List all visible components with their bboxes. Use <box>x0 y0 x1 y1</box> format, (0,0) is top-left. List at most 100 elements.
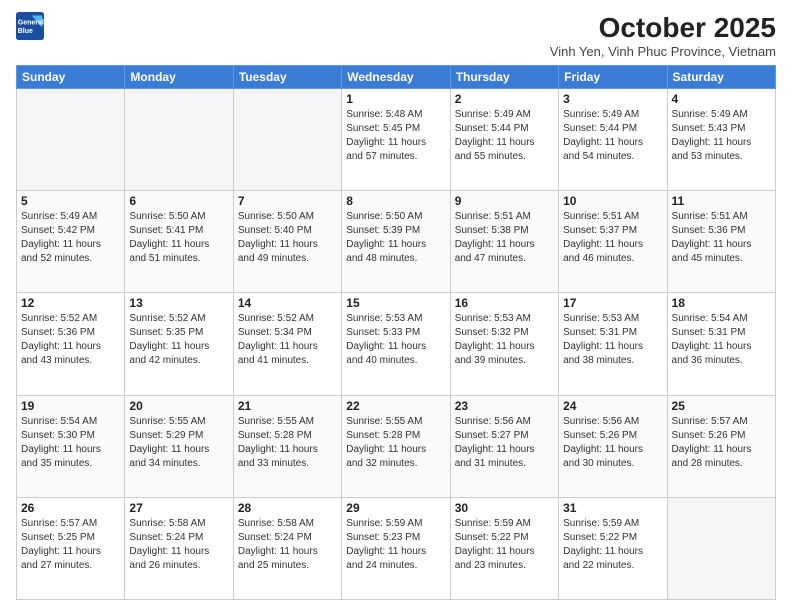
day-number: 24 <box>563 399 662 413</box>
calendar-week-2: 5Sunrise: 5:49 AM Sunset: 5:42 PM Daylig… <box>17 191 776 293</box>
day-info: Sunrise: 5:49 AM Sunset: 5:44 PM Dayligh… <box>455 108 554 164</box>
calendar-cell: 3 Sunrise: 5:49 AM Sunset: 5:44 PM Daylig… <box>559 89 667 191</box>
calendar-cell <box>667 497 775 599</box>
day-number: 11 <box>672 194 771 208</box>
day-number: 4 <box>672 92 771 106</box>
weekday-header-thursday: Thursday <box>450 66 558 89</box>
calendar-cell: 22 Sunrise: 5:55 AM Sunset: 5:28 PM Dayli… <box>342 395 450 497</box>
calendar-cell: 24Sunrise: 5:56 AM Sunset: 5:26 PM Dayli… <box>559 395 667 497</box>
day-info: Sunrise: 5:53 AM Sunset: 5:31 PM Dayligh… <box>563 312 662 368</box>
day-number: 31 <box>563 501 662 515</box>
day-number: 29 <box>346 501 445 515</box>
calendar-cell: 1 Sunrise: 5:48 AM Sunset: 5:45 PM Daylig… <box>342 89 450 191</box>
day-info: Sunrise: 5:50 AM Sunset: 5:39 PM Dayligh… <box>346 210 445 266</box>
calendar: SundayMondayTuesdayWednesdayThursdayFrid… <box>16 65 776 600</box>
day-number: 27 <box>129 501 228 515</box>
day-info: Sunrise: 5:51 AM Sunset: 5:37 PM Dayligh… <box>563 210 662 266</box>
day-number: 22 <box>346 399 445 413</box>
day-number: 19 <box>21 399 120 413</box>
weekday-header-tuesday: Tuesday <box>233 66 341 89</box>
calendar-week-3: 12Sunrise: 5:52 AM Sunset: 5:36 PM Dayli… <box>17 293 776 395</box>
day-number: 15 <box>346 296 445 310</box>
day-info: Sunrise: 5:56 AM Sunset: 5:27 PM Dayligh… <box>455 415 554 471</box>
day-number: 7 <box>238 194 337 208</box>
calendar-cell: 31 Sunrise: 5:59 AM Sunset: 5:22 PM Dayli… <box>559 497 667 599</box>
day-info: Sunrise: 5:49 AM Sunset: 5:44 PM Dayligh… <box>563 108 662 164</box>
day-info: Sunrise: 5:59 AM Sunset: 5:22 PM Dayligh… <box>455 517 554 573</box>
calendar-cell: 10 Sunrise: 5:51 AM Sunset: 5:37 PM Dayli… <box>559 191 667 293</box>
day-number: 28 <box>238 501 337 515</box>
day-info: Sunrise: 5:50 AM Sunset: 5:41 PM Dayligh… <box>129 210 228 266</box>
calendar-cell: 12Sunrise: 5:52 AM Sunset: 5:36 PM Dayli… <box>17 293 125 395</box>
calendar-cell: 18 Sunrise: 5:54 AM Sunset: 5:31 PM Dayli… <box>667 293 775 395</box>
day-info: Sunrise: 5:57 AM Sunset: 5:25 PM Dayligh… <box>21 517 120 573</box>
day-info: Sunrise: 5:51 AM Sunset: 5:38 PM Dayligh… <box>455 210 554 266</box>
day-number: 9 <box>455 194 554 208</box>
day-number: 13 <box>129 296 228 310</box>
calendar-cell: 13Sunrise: 5:52 AM Sunset: 5:35 PM Dayli… <box>125 293 233 395</box>
month-title: October 2025 <box>550 12 776 44</box>
day-number: 30 <box>455 501 554 515</box>
day-info: Sunrise: 5:55 AM Sunset: 5:29 PM Dayligh… <box>129 415 228 471</box>
day-number: 2 <box>455 92 554 106</box>
calendar-cell: 29 Sunrise: 5:59 AM Sunset: 5:23 PM Dayli… <box>342 497 450 599</box>
day-info: Sunrise: 5:53 AM Sunset: 5:33 PM Dayligh… <box>346 312 445 368</box>
calendar-cell: 14 Sunrise: 5:52 AM Sunset: 5:34 PM Dayli… <box>233 293 341 395</box>
calendar-cell: 20Sunrise: 5:55 AM Sunset: 5:29 PM Dayli… <box>125 395 233 497</box>
day-info: Sunrise: 5:52 AM Sunset: 5:34 PM Dayligh… <box>238 312 337 368</box>
calendar-week-1: 1 Sunrise: 5:48 AM Sunset: 5:45 PM Daylig… <box>17 89 776 191</box>
header: General Blue October 2025 Vinh Yen, Vinh… <box>16 12 776 59</box>
calendar-cell <box>17 89 125 191</box>
calendar-cell: 25Sunrise: 5:57 AM Sunset: 5:26 PM Dayli… <box>667 395 775 497</box>
day-number: 18 <box>672 296 771 310</box>
calendar-cell: 15 Sunrise: 5:53 AM Sunset: 5:33 PM Dayli… <box>342 293 450 395</box>
day-number: 1 <box>346 92 445 106</box>
calendar-cell: 28 Sunrise: 5:58 AM Sunset: 5:24 PM Dayli… <box>233 497 341 599</box>
logo: General Blue <box>16 12 44 40</box>
calendar-cell: 21 Sunrise: 5:55 AM Sunset: 5:28 PM Dayli… <box>233 395 341 497</box>
weekday-header-monday: Monday <box>125 66 233 89</box>
calendar-week-4: 19 Sunrise: 5:54 AM Sunset: 5:30 PM Dayli… <box>17 395 776 497</box>
calendar-week-5: 26 Sunrise: 5:57 AM Sunset: 5:25 PM Dayli… <box>17 497 776 599</box>
day-info: Sunrise: 5:51 AM Sunset: 5:36 PM Dayligh… <box>672 210 771 266</box>
day-number: 5 <box>21 194 120 208</box>
day-info: Sunrise: 5:54 AM Sunset: 5:30 PM Dayligh… <box>21 415 120 471</box>
day-info: Sunrise: 5:58 AM Sunset: 5:24 PM Dayligh… <box>238 517 337 573</box>
calendar-cell: 7 Sunrise: 5:50 AM Sunset: 5:40 PM Daylig… <box>233 191 341 293</box>
calendar-cell <box>125 89 233 191</box>
subtitle: Vinh Yen, Vinh Phuc Province, Vietnam <box>550 44 776 59</box>
weekday-header-row: SundayMondayTuesdayWednesdayThursdayFrid… <box>17 66 776 89</box>
day-number: 21 <box>238 399 337 413</box>
day-number: 14 <box>238 296 337 310</box>
svg-text:General: General <box>18 19 44 26</box>
calendar-cell: 4 Sunrise: 5:49 AM Sunset: 5:43 PM Daylig… <box>667 89 775 191</box>
day-info: Sunrise: 5:59 AM Sunset: 5:22 PM Dayligh… <box>563 517 662 573</box>
day-number: 8 <box>346 194 445 208</box>
calendar-cell: 2 Sunrise: 5:49 AM Sunset: 5:44 PM Daylig… <box>450 89 558 191</box>
day-info: Sunrise: 5:55 AM Sunset: 5:28 PM Dayligh… <box>238 415 337 471</box>
day-info: Sunrise: 5:59 AM Sunset: 5:23 PM Dayligh… <box>346 517 445 573</box>
day-info: Sunrise: 5:49 AM Sunset: 5:43 PM Dayligh… <box>672 108 771 164</box>
day-number: 10 <box>563 194 662 208</box>
day-number: 6 <box>129 194 228 208</box>
day-info: Sunrise: 5:57 AM Sunset: 5:26 PM Dayligh… <box>672 415 771 471</box>
svg-text:Blue: Blue <box>18 28 33 35</box>
weekday-header-sunday: Sunday <box>17 66 125 89</box>
day-info: Sunrise: 5:58 AM Sunset: 5:24 PM Dayligh… <box>129 517 228 573</box>
day-number: 23 <box>455 399 554 413</box>
calendar-cell: 16Sunrise: 5:53 AM Sunset: 5:32 PM Dayli… <box>450 293 558 395</box>
weekday-header-wednesday: Wednesday <box>342 66 450 89</box>
day-info: Sunrise: 5:55 AM Sunset: 5:28 PM Dayligh… <box>346 415 445 471</box>
calendar-cell <box>233 89 341 191</box>
calendar-cell: 27 Sunrise: 5:58 AM Sunset: 5:24 PM Dayli… <box>125 497 233 599</box>
calendar-cell: 26 Sunrise: 5:57 AM Sunset: 5:25 PM Dayli… <box>17 497 125 599</box>
calendar-cell: 9 Sunrise: 5:51 AM Sunset: 5:38 PM Daylig… <box>450 191 558 293</box>
day-info: Sunrise: 5:48 AM Sunset: 5:45 PM Dayligh… <box>346 108 445 164</box>
day-number: 26 <box>21 501 120 515</box>
calendar-cell: 23 Sunrise: 5:56 AM Sunset: 5:27 PM Dayli… <box>450 395 558 497</box>
calendar-cell: 11 Sunrise: 5:51 AM Sunset: 5:36 PM Dayli… <box>667 191 775 293</box>
day-number: 3 <box>563 92 662 106</box>
day-info: Sunrise: 5:54 AM Sunset: 5:31 PM Dayligh… <box>672 312 771 368</box>
calendar-cell: 6 Sunrise: 5:50 AM Sunset: 5:41 PM Daylig… <box>125 191 233 293</box>
day-info: Sunrise: 5:50 AM Sunset: 5:40 PM Dayligh… <box>238 210 337 266</box>
